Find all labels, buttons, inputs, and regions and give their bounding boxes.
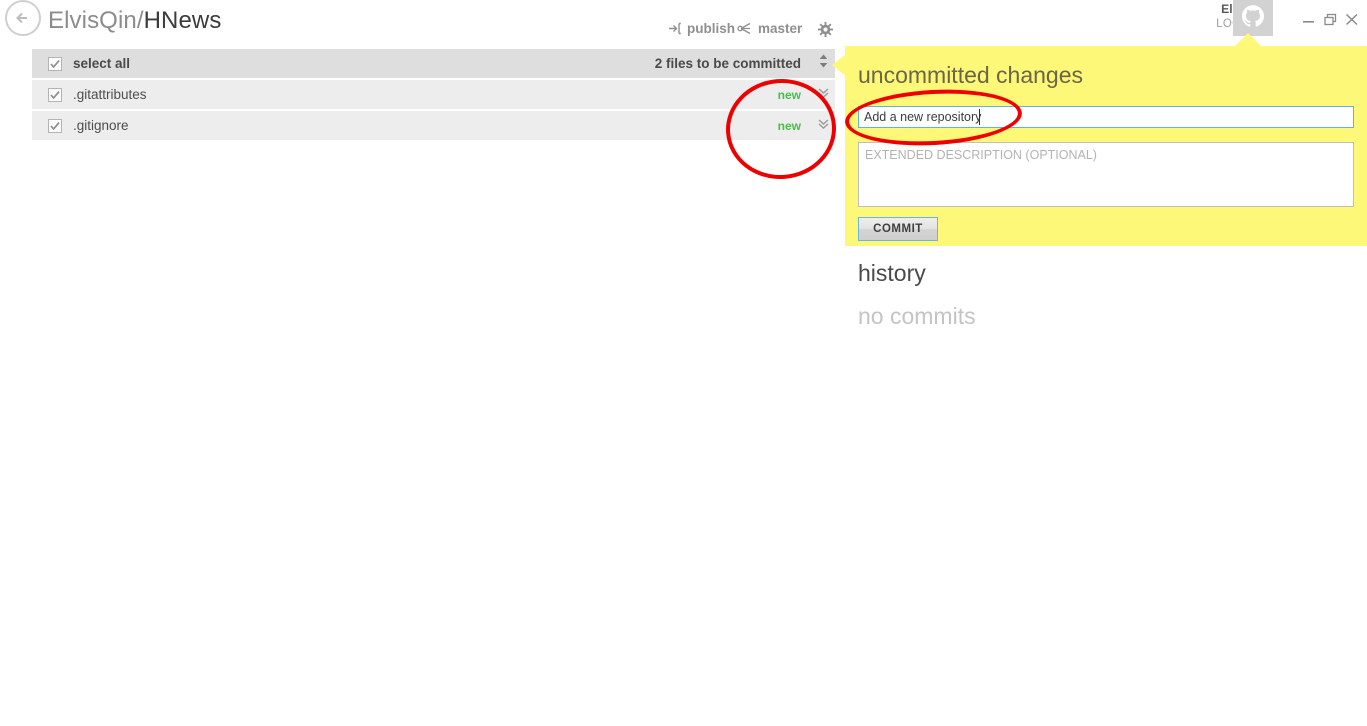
settings-button[interactable] xyxy=(818,22,833,37)
page-title: ElvisQin/HNews xyxy=(48,7,221,35)
window-restore-button[interactable] xyxy=(1320,10,1342,30)
status-badge: new xyxy=(777,87,801,102)
status-badge: new xyxy=(777,118,801,133)
file-list-header-right: 2 files to be committed xyxy=(655,49,835,78)
select-all-label: select all xyxy=(73,56,131,71)
avatar[interactable] xyxy=(1233,0,1273,36)
back-arrow-icon xyxy=(16,12,27,24)
chevron-double-down-icon xyxy=(818,118,828,129)
files-to-commit-count: 2 files to be committed xyxy=(654,56,801,71)
file-list-header: select all 2 files to be committed xyxy=(32,49,835,80)
close-icon xyxy=(1345,13,1358,26)
file-row-right: new xyxy=(778,111,835,140)
repo-name: HNews xyxy=(143,7,222,34)
repo-separator: / xyxy=(136,7,144,34)
github-octocat-icon xyxy=(1242,5,1264,27)
publish-arrow-icon xyxy=(669,22,681,35)
checkmark-icon xyxy=(50,121,60,130)
expand-diff-button[interactable] xyxy=(811,86,835,104)
chevron-double-down-icon xyxy=(818,87,828,98)
history-empty-label: no commits xyxy=(858,303,976,329)
branch-selector[interactable]: master xyxy=(737,21,802,36)
gear-icon xyxy=(818,22,833,37)
window-close-button[interactable] xyxy=(1342,10,1364,30)
table-row[interactable]: .gitignore new xyxy=(32,111,835,142)
select-all-checkbox[interactable] xyxy=(48,56,62,71)
sort-updown-icon xyxy=(819,54,827,68)
callout-pointer-top xyxy=(1235,33,1261,46)
commit-summary-input[interactable] xyxy=(858,106,1354,128)
window-minimize-button[interactable] xyxy=(1298,10,1320,30)
checkmark-icon xyxy=(50,90,60,99)
branch-label: master xyxy=(758,21,803,36)
text-caret xyxy=(979,109,980,125)
table-row[interactable]: .gitattributes new xyxy=(32,80,835,111)
minimize-icon xyxy=(1303,21,1314,23)
checkmark-icon xyxy=(50,59,60,68)
back-button[interactable] xyxy=(5,0,41,36)
uncommitted-changes-title: uncommitted changes xyxy=(858,62,1084,88)
publish-button[interactable]: publish xyxy=(668,21,735,36)
changed-files-panel: select all 2 files to be committed .gita… xyxy=(32,49,835,142)
expand-diff-button[interactable] xyxy=(811,117,835,135)
commit-button[interactable]: COMMIT xyxy=(858,217,938,241)
history-title: history xyxy=(858,260,926,286)
title-bar: ElvisQin/HNews publish master ElvisQ xyxy=(0,0,1367,46)
branch-icon xyxy=(737,22,751,35)
file-checkbox[interactable] xyxy=(48,87,62,102)
file-name: .gitignore xyxy=(73,118,129,133)
file-name: .gitattributes xyxy=(73,87,147,102)
repo-owner: ElvisQin xyxy=(48,7,137,34)
restore-icon xyxy=(1324,13,1337,26)
file-row-right: new xyxy=(778,80,835,109)
publish-label: publish xyxy=(687,21,735,36)
file-checkbox[interactable] xyxy=(48,118,62,133)
commit-description-textarea[interactable] xyxy=(858,142,1354,207)
callout-pointer-left xyxy=(832,54,846,76)
